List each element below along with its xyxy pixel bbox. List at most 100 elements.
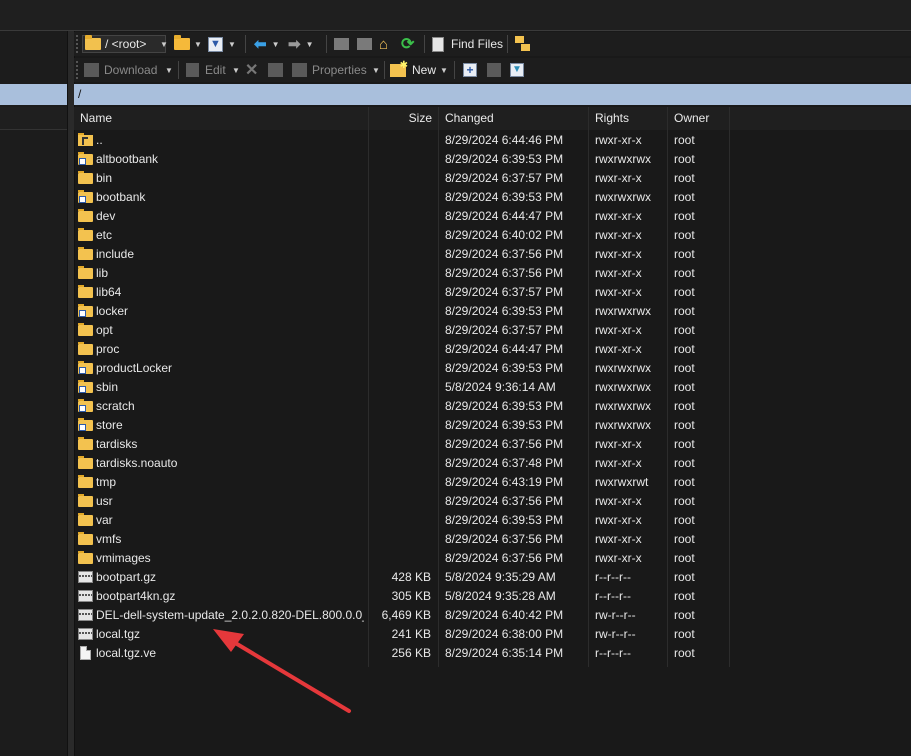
file-row[interactable]: lib64 8/29/2024 6:37:57 PM rwxr-xr-x root (74, 283, 734, 302)
new-button[interactable]: ✱ New (390, 60, 436, 79)
chevron-down-icon[interactable]: ▼ (272, 40, 280, 49)
chevron-down-icon[interactable]: ▼ (232, 61, 240, 79)
rename-button[interactable] (268, 61, 283, 79)
chevron-down-icon[interactable]: ▼ (440, 61, 448, 79)
properties-button[interactable]: Properties (292, 61, 367, 79)
back-button[interactable]: ⬅ ▼ (254, 35, 280, 53)
file-row[interactable]: bin 8/29/2024 6:37:57 PM rwxr-xr-x root (74, 169, 734, 188)
synchronize-browsing-button[interactable] (515, 35, 531, 53)
file-row[interactable]: proc 8/29/2024 6:44:47 PM rwxr-xr-x root (74, 340, 734, 359)
file-row[interactable]: etc 8/29/2024 6:40:02 PM rwxr-xr-x root (74, 226, 734, 245)
file-row[interactable]: bootbank 8/29/2024 6:39:53 PM rwxrwxrwx roo… (74, 188, 734, 207)
file-row[interactable]: tardisks.noauto 8/29/2024 6:37:48 PM rwxr-… (74, 454, 734, 473)
file-row[interactable]: productLocker 8/29/2024 6:39:53 PM rwxrwxr… (74, 359, 734, 378)
file-row[interactable]: store 8/29/2024 6:39:53 PM rwxrwxrwx root (74, 416, 734, 435)
delete-button[interactable]: ✕ (245, 61, 258, 79)
filter-icon: ▼ (510, 63, 524, 77)
home-directory-button[interactable]: ⌂ (379, 35, 388, 53)
chevron-down-icon[interactable]: ▼ (306, 40, 314, 49)
file-owner: root (674, 608, 695, 622)
file-name: lib64 (96, 285, 122, 299)
toolbar-grip[interactable] (76, 61, 81, 79)
file-row[interactable]: scratch 8/29/2024 6:39:53 PM rwxrwxrwx root (74, 397, 734, 416)
column-header-changed[interactable]: Changed (439, 107, 589, 130)
column-header-owner[interactable]: Owner (668, 107, 730, 130)
file-row[interactable]: opt 8/29/2024 6:37:57 PM rwxr-xr-x root (74, 321, 734, 340)
file-rights: rwxr-xr-x (595, 513, 642, 527)
select-all-button[interactable]: + (463, 61, 477, 79)
file-name: scratch (96, 399, 135, 413)
file-row[interactable]: tardisks 8/29/2024 6:37:56 PM rwxr-xr-x roo… (74, 435, 734, 454)
file-row[interactable]: DEL-dell-system-update_2.0.2.0.820-DEL.8… (74, 606, 734, 625)
file-owner: root (674, 437, 695, 451)
file-size (368, 188, 431, 207)
file-size (368, 359, 431, 378)
file-owner: root (674, 418, 695, 432)
chevron-down-icon[interactable]: ▼ (194, 40, 202, 49)
file-row[interactable]: locker 8/29/2024 6:39:53 PM rwxrwxrwx root (74, 302, 734, 321)
file-rights: rw-r--r-- (595, 627, 636, 641)
file-owner: root (674, 152, 695, 166)
toolbar-grip[interactable] (76, 35, 81, 53)
open-folder-button[interactable]: ▼ (174, 35, 202, 53)
chevron-down-icon[interactable]: ▼ (372, 61, 380, 79)
file-row[interactable]: include 8/29/2024 6:37:56 PM rwxr-xr-x root (74, 245, 734, 264)
filter-button[interactable]: ▼ ▼ (208, 35, 236, 53)
file-row[interactable]: altbootbank 8/29/2024 6:39:53 PM rwxrwxrwx… (74, 150, 734, 169)
home-icon: ⌂ (379, 35, 389, 53)
column-header-size[interactable]: Size (369, 107, 439, 130)
file-row[interactable]: local.tgz.ve 256 KB 8/29/2024 6:35:14 PM r-… (74, 644, 734, 663)
filter-selection-button[interactable]: ▼ (510, 61, 524, 79)
column-header-rights[interactable]: Rights (589, 107, 668, 130)
edit-button[interactable]: Edit (186, 61, 226, 79)
download-button[interactable]: Download (84, 61, 157, 79)
column-header-name[interactable]: Name (74, 107, 369, 130)
file-row[interactable]: bootpart.gz 428 KB 5/8/2024 9:35:29 AM r--r… (74, 568, 734, 587)
file-changed: 8/29/2024 6:37:57 PM (445, 171, 564, 185)
file-changed: 8/29/2024 6:37:56 PM (445, 494, 564, 508)
chevron-down-icon[interactable]: ▼ (165, 61, 173, 79)
file-changed: 8/29/2024 6:39:53 PM (445, 513, 564, 527)
file-row[interactable]: usr 8/29/2024 6:37:56 PM rwxr-xr-x root (74, 492, 734, 511)
parent-directory-button[interactable] (334, 35, 349, 53)
refresh-button[interactable]: ⟳ (401, 35, 414, 53)
file-owner: root (674, 532, 695, 546)
properties-label: Properties (312, 63, 367, 77)
synchronize-folders-icon (515, 36, 531, 52)
file-owner: root (674, 551, 695, 565)
file-owner: root (674, 190, 695, 204)
file-changed: 5/8/2024 9:35:28 AM (445, 589, 556, 603)
file-row[interactable]: local.tgz 241 KB 8/29/2024 6:38:00 PM rw-r-… (74, 625, 734, 644)
file-row[interactable]: vmimages 8/29/2024 6:37:56 PM rwxr-xr-x roo… (74, 549, 734, 568)
file-owner: root (674, 380, 695, 394)
current-path: / (78, 87, 82, 101)
file-size (368, 131, 431, 150)
find-files-button[interactable]: Find Files (432, 35, 503, 53)
forward-button[interactable]: ➡ ▼ (288, 35, 314, 53)
file-row[interactable]: sbin 5/8/2024 9:36:14 AM rwxrwxrwx root (74, 378, 734, 397)
file-row[interactable]: lib 8/29/2024 6:37:56 PM rwxr-xr-x root (74, 264, 734, 283)
file-rights: rwxr-xr-x (595, 323, 642, 337)
file-row[interactable]: var 8/29/2024 6:39:53 PM rwxr-xr-x root (74, 511, 734, 530)
file-row[interactable]: tmp 8/29/2024 6:43:19 PM rwxrwxrwt root (74, 473, 734, 492)
delete-icon: ✕ (245, 62, 259, 79)
left-pane[interactable] (0, 31, 67, 756)
file-changed: 8/29/2024 6:39:53 PM (445, 190, 564, 204)
chevron-down-icon[interactable]: ▼ (228, 40, 236, 49)
path-dropdown[interactable]: / <root> (82, 35, 166, 53)
navigation-toolbar: / <root> ▼ ▼ ▼ ▼ ⬅ ▼ ➡ ▼ ⌂ ⟳ Find Files (74, 32, 911, 56)
file-changed: 8/29/2024 6:39:53 PM (445, 152, 564, 166)
file-owner: root (674, 456, 695, 470)
unselect-all-button[interactable] (487, 61, 501, 79)
file-row[interactable]: vmfs 8/29/2024 6:37:56 PM rwxr-xr-x root (74, 530, 734, 549)
chevron-down-icon[interactable]: ▼ (160, 35, 168, 53)
file-row[interactable]: bootpart4kn.gz 305 KB 5/8/2024 9:35:28 AM r… (74, 587, 734, 606)
file-rights: r--r--r-- (595, 589, 631, 603)
file-name: include (96, 247, 135, 261)
file-row[interactable]: dev 8/29/2024 6:44:47 PM rwxr-xr-x root (74, 207, 734, 226)
root-directory-button[interactable] (357, 35, 372, 53)
file-rights: rwxrwxrwx (595, 418, 651, 432)
open-folder-icon (174, 35, 190, 50)
file-row[interactable]: .. 8/29/2024 6:44:46 PM rwxr-xr-x root (74, 131, 734, 150)
properties-icon (292, 63, 307, 77)
